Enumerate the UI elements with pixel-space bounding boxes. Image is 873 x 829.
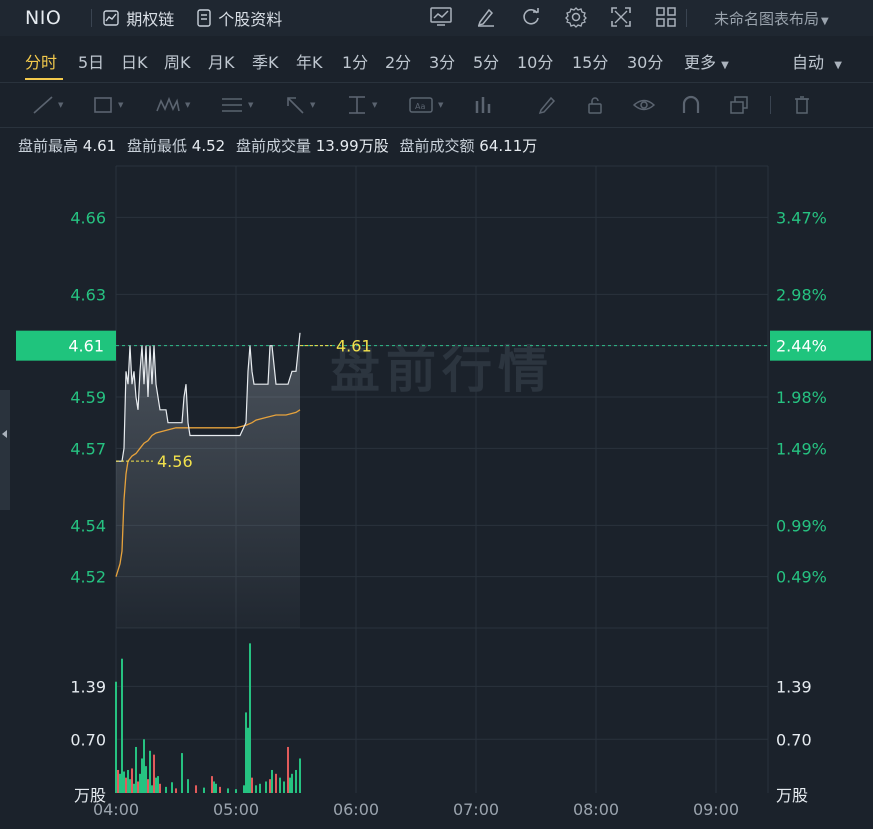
y-tick-label: 4.52 bbox=[70, 568, 106, 587]
volume-bar bbox=[125, 777, 127, 793]
volume-bar bbox=[119, 773, 121, 793]
volume-bar bbox=[203, 787, 205, 793]
volume-tick-label: 0.70 bbox=[70, 730, 106, 749]
low-annotation-label: 4.56 bbox=[157, 452, 193, 471]
volume-bar bbox=[131, 768, 133, 793]
high-annotation-label: 4.61 bbox=[336, 337, 372, 356]
volume-bar bbox=[153, 754, 155, 793]
volume-bar bbox=[227, 788, 229, 793]
volume-bar bbox=[143, 739, 145, 793]
volume-bar bbox=[251, 777, 253, 793]
x-tick-label: 09:00 bbox=[693, 800, 739, 819]
x-tick-label: 06:00 bbox=[333, 800, 379, 819]
y-pct-tick-label: 2.98% bbox=[776, 285, 827, 304]
volume-bar bbox=[171, 782, 173, 793]
volume-bar bbox=[255, 785, 257, 793]
volume-bar bbox=[139, 773, 141, 793]
volume-bar bbox=[271, 769, 273, 793]
volume-bar bbox=[265, 781, 267, 793]
volume-bar bbox=[159, 783, 161, 793]
volume-bar bbox=[135, 746, 137, 793]
volume-bar bbox=[243, 785, 245, 793]
volume-bar bbox=[295, 769, 297, 793]
current-pct-badge-text: 2.44% bbox=[776, 337, 827, 356]
volume-bar bbox=[115, 681, 117, 793]
volume-bar bbox=[235, 789, 237, 793]
y-tick-label: 4.54 bbox=[70, 516, 106, 535]
volume-bar bbox=[269, 779, 271, 793]
y-tick-label: 4.63 bbox=[70, 285, 106, 304]
volume-bar bbox=[151, 785, 153, 793]
volume-bar bbox=[141, 758, 143, 793]
volume-bar bbox=[127, 769, 129, 793]
volume-bar bbox=[187, 779, 189, 793]
volume-bar bbox=[299, 758, 301, 793]
volume-bar bbox=[213, 781, 215, 793]
volume-bar bbox=[121, 658, 123, 793]
volume-bar bbox=[283, 781, 285, 793]
volume-unit-label-right: 万股 bbox=[776, 786, 808, 805]
price-chart[interactable]: 04:00 05:00 06:00 07:00 08:00 09:004.52 0.49%4… bbox=[0, 0, 873, 829]
volume-bar bbox=[117, 769, 119, 793]
volume-bar bbox=[195, 785, 197, 793]
y-tick-label: 4.59 bbox=[70, 388, 106, 407]
volume-bar bbox=[165, 786, 167, 793]
volume-unit-label: 万股 bbox=[74, 786, 106, 805]
volume-bar bbox=[275, 773, 277, 793]
volume-bar bbox=[215, 783, 217, 793]
volume-bar bbox=[123, 771, 125, 793]
volume-bar bbox=[287, 746, 289, 793]
volume-bar bbox=[155, 777, 157, 793]
current-price-badge-text: 4.61 bbox=[68, 337, 104, 356]
volume-bar bbox=[289, 777, 291, 793]
volume-bar bbox=[211, 776, 213, 793]
volume-bar bbox=[291, 773, 293, 793]
volume-bar bbox=[219, 786, 221, 793]
volume-bar bbox=[129, 779, 131, 793]
volume-bar bbox=[137, 781, 139, 793]
volume-bar bbox=[175, 788, 177, 793]
y-tick-label: 4.57 bbox=[70, 439, 106, 458]
volume-bar bbox=[245, 712, 247, 793]
y-pct-tick-label: 3.47% bbox=[776, 208, 827, 227]
volume-bar bbox=[147, 779, 149, 793]
x-tick-label: 05:00 bbox=[213, 800, 259, 819]
x-tick-label: 07:00 bbox=[453, 800, 499, 819]
volume-bar bbox=[247, 727, 249, 793]
y-tick-label: 4.66 bbox=[70, 208, 106, 227]
y-pct-tick-label: 1.98% bbox=[776, 388, 827, 407]
x-tick-label: 08:00 bbox=[573, 800, 619, 819]
volume-bar bbox=[157, 776, 159, 793]
volume-bar bbox=[133, 783, 135, 793]
volume-bar bbox=[249, 643, 251, 793]
volume-tick-label: 1.39 bbox=[70, 677, 106, 696]
volume-bar bbox=[279, 777, 281, 793]
y-pct-tick-label: 1.49% bbox=[776, 439, 827, 458]
volume-tick-label-right: 1.39 bbox=[776, 677, 812, 696]
volume-bar bbox=[145, 766, 147, 793]
volume-bar bbox=[259, 783, 261, 793]
y-pct-tick-label: 0.49% bbox=[776, 568, 827, 587]
volume-bar bbox=[181, 753, 183, 793]
volume-tick-label-right: 0.70 bbox=[776, 730, 812, 749]
y-pct-tick-label: 0.99% bbox=[776, 516, 827, 535]
volume-bar bbox=[149, 750, 151, 793]
